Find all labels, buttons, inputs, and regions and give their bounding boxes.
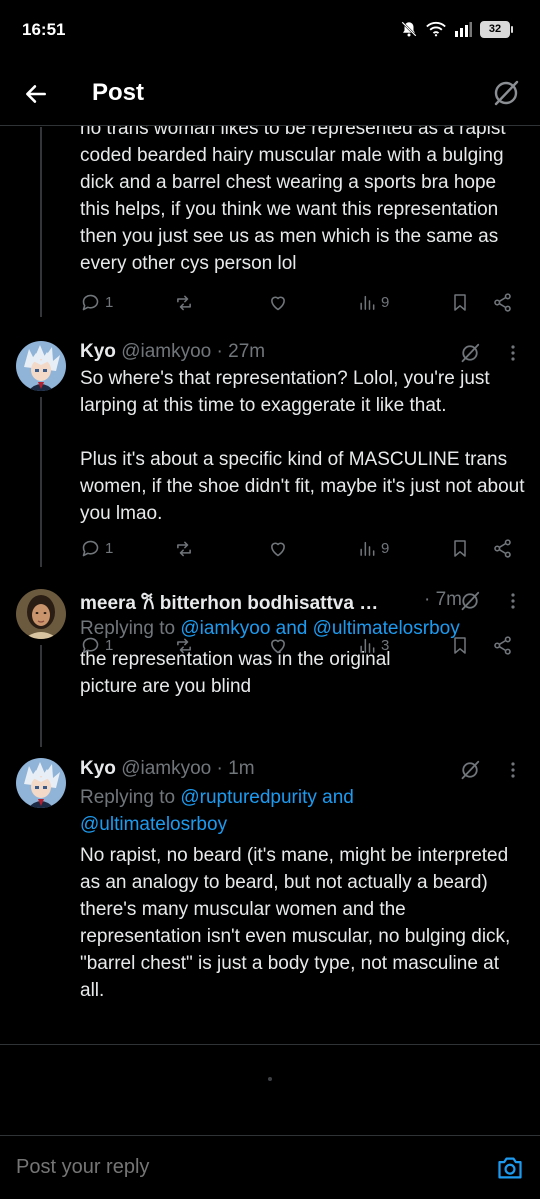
replying-prefix: Replying to: [80, 787, 181, 808]
avatar[interactable]: [16, 341, 66, 391]
signal-icon: [454, 21, 472, 37]
repost-button[interactable]: [173, 292, 199, 313]
bookmark-button[interactable]: [450, 292, 470, 313]
share-button[interactable]: [492, 635, 513, 656]
views-count: 9: [381, 540, 390, 557]
tweet-header: meera 𐙚 bitterhon bodhisattva … · 7m: [80, 589, 530, 615]
reply-count: 1: [105, 637, 114, 654]
tweet-text: So where's that representation? Lolol, y…: [80, 368, 490, 416]
status-icons: 32: [400, 20, 513, 38]
user-name[interactable]: meera 𐙚 bitterhon bodhisattva …: [80, 593, 378, 614]
bookmark-button[interactable]: [450, 538, 470, 559]
heart-icon: [271, 639, 285, 654]
parent-tweet-text[interactable]: no trans woman likes to be represented a…: [80, 115, 530, 277]
views-icon: [360, 295, 375, 310]
share-button[interactable]: [492, 292, 513, 313]
views-icon: [360, 541, 375, 556]
share-icon: [494, 293, 511, 312]
views-button[interactable]: 9: [357, 292, 389, 313]
replying-to: Replying to @rupturedpurity and @ultimat…: [80, 784, 410, 838]
like-button[interactable]: [267, 635, 293, 656]
bookmark-icon: [454, 294, 466, 311]
share-icon: [494, 539, 511, 558]
avatar-image: [16, 341, 66, 391]
user-handle[interactable]: @iamkyoo: [121, 341, 211, 362]
reply-icon: [82, 540, 99, 557]
views-button[interactable]: 3: [357, 635, 389, 656]
views-button[interactable]: 9: [357, 538, 389, 559]
repost-button[interactable]: [173, 635, 199, 656]
user-handle[interactable]: @iamkyoo: [121, 758, 211, 779]
app-header: Post: [0, 62, 540, 126]
views-icon: [360, 638, 375, 653]
mute-icon: [400, 20, 418, 38]
tweet-actions: 1 9: [80, 292, 520, 318]
bookmark-icon: [454, 540, 466, 557]
thread-connector: [40, 645, 42, 747]
reply-input[interactable]: [16, 1156, 456, 1179]
grok-icon: [494, 80, 519, 106]
like-button[interactable]: [267, 538, 293, 559]
tweet-header: Kyo @iamkyoo · 1m: [80, 758, 530, 784]
camera-icon[interactable]: [496, 1154, 524, 1187]
views-count: 3: [381, 637, 390, 654]
views-count: 9: [381, 294, 390, 311]
reply-button[interactable]: 1: [80, 635, 113, 656]
reply-count: 1: [105, 540, 114, 557]
avatar[interactable]: [16, 589, 66, 639]
tweet-header: Kyo @iamkyoo · 27m: [80, 341, 530, 367]
bookmark-button[interactable]: [450, 635, 470, 656]
wifi-icon: [426, 21, 446, 37]
reply-button[interactable]: 1: [80, 538, 113, 559]
tweet-text-paragraph: Plus it's about a specific kind of MASCU…: [80, 449, 525, 524]
tweet-body: Replying to @rupturedpurity and @ultimat…: [80, 784, 520, 1004]
more-icon[interactable]: [510, 761, 516, 785]
bookmark-icon: [454, 637, 466, 654]
tweet-time: · 1m: [216, 758, 255, 779]
tweet-actions: 1 9: [80, 538, 520, 564]
heart-icon: [271, 542, 285, 557]
status-time: 16:51: [22, 20, 66, 39]
thread-connector: [40, 397, 42, 567]
repost-icon: [177, 638, 191, 654]
reply-bar: [0, 1135, 540, 1199]
avatar[interactable]: [16, 758, 66, 808]
loading-dot: [268, 1077, 272, 1081]
status-bar: 16:51 32: [0, 0, 540, 62]
thread-divider: [0, 1044, 540, 1045]
tweet-text: No rapist, no beard (it's mane, might be…: [80, 845, 511, 1001]
repost-icon: [177, 295, 191, 311]
user-name[interactable]: Kyo: [80, 758, 116, 779]
user-name[interactable]: Kyo: [80, 341, 116, 362]
page-title: Post: [92, 79, 145, 106]
repost-button[interactable]: [173, 538, 199, 559]
tweet-actions: 1 3: [80, 635, 520, 661]
avatar-image: [16, 589, 66, 639]
back-button[interactable]: [20, 78, 52, 110]
reply-icon: [82, 637, 99, 654]
tweet-body: So where's that representation? Lolol, y…: [80, 365, 525, 527]
more-icon[interactable]: [510, 592, 516, 616]
reply-button[interactable]: 1: [80, 292, 113, 313]
share-icon: [494, 636, 511, 655]
thread-connector: [40, 127, 42, 317]
arrow-left-icon: [26, 85, 46, 103]
repost-icon: [177, 541, 191, 557]
battery-icon: 32: [480, 20, 513, 38]
tweet-time: · 7m: [424, 589, 462, 610]
reply-icon: [82, 294, 99, 311]
tweet-time: · 27m: [216, 341, 266, 362]
heart-icon: [271, 296, 285, 311]
avatar-image: [16, 758, 66, 808]
share-button[interactable]: [492, 538, 513, 559]
like-button[interactable]: [267, 292, 293, 313]
grok-button[interactable]: [490, 77, 522, 109]
reply-count: 1: [105, 294, 114, 311]
